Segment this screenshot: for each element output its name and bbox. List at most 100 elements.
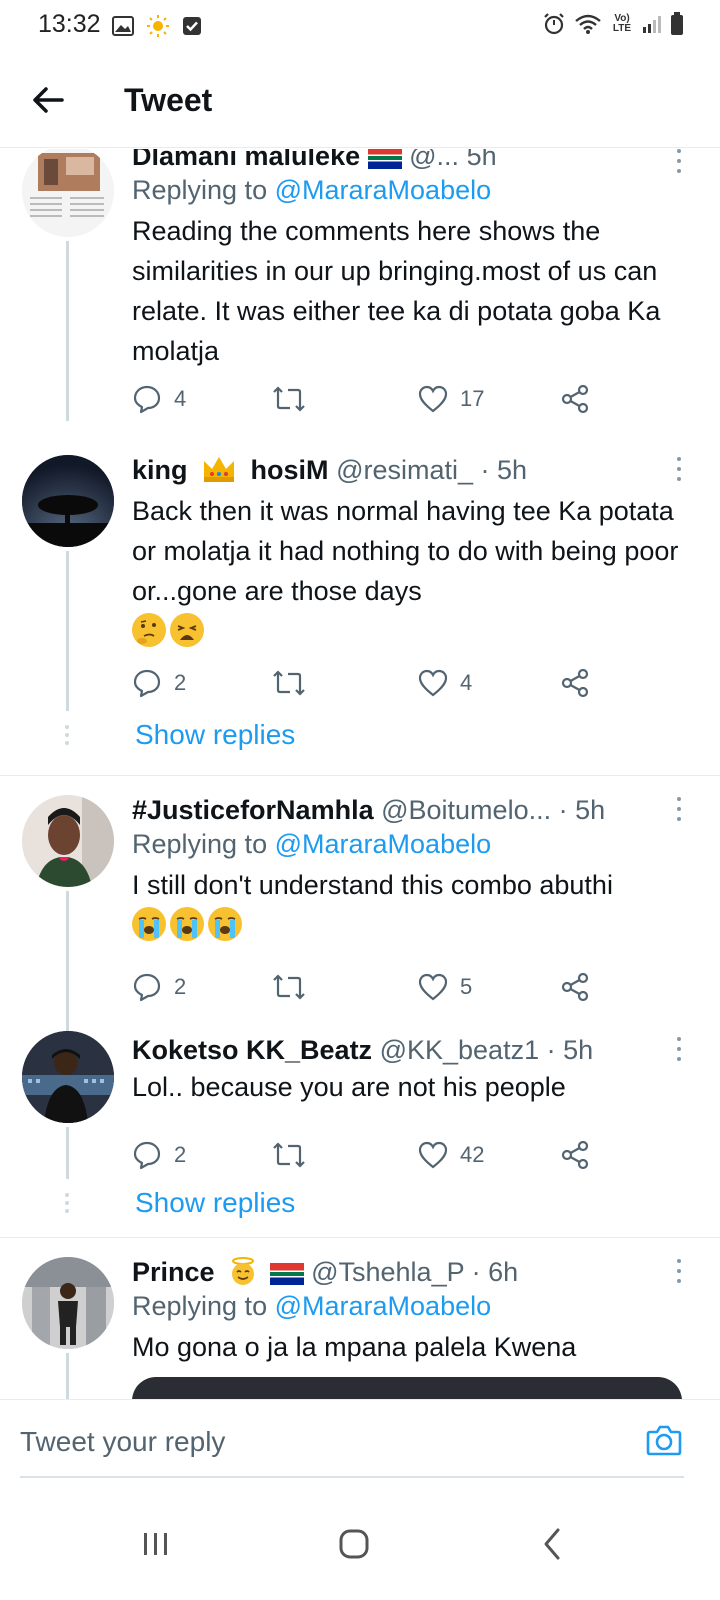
tree-silhouette-avatar-image — [22, 455, 114, 547]
display-name[interactable]: Prince — [132, 1257, 215, 1287]
handle[interactable]: @Boitumelo... — [381, 795, 551, 825]
handle[interactable]: @resimati_ — [336, 455, 473, 485]
avatar[interactable] — [22, 1257, 114, 1349]
tweet-text: Mo gona o ja la mpana palela Kwena — [132, 1332, 577, 1362]
share-button[interactable] — [560, 663, 590, 703]
handle[interactable]: @Tshehla_P — [311, 1257, 464, 1287]
network-type-label: Vo) LTE — [612, 13, 632, 34]
profile-photo-avatar-image — [22, 795, 114, 887]
more-options-icon[interactable] — [672, 1259, 686, 1287]
tweet-reply[interactable]: Dlamani maluleke @... 5h Replying to @Ma… — [0, 149, 720, 421]
share-icon — [561, 384, 589, 414]
reply-icon — [133, 669, 161, 698]
display-name[interactable]: #JusticeforNamhla — [132, 795, 374, 825]
avatar[interactable] — [22, 149, 114, 237]
reply-button[interactable]: 2 — [132, 663, 186, 703]
like-button[interactable]: 42 — [418, 1135, 484, 1175]
tweet-reply[interactable]: Prince @Tshehla_P · 6h Replying to @Mara… — [0, 1241, 720, 1399]
tweet-reply[interactable]: king hosiM @resimati_ · 5h Back then it … — [0, 439, 720, 779]
avatar[interactable] — [22, 795, 114, 887]
loudly-crying-face-emoji-icon — [208, 907, 242, 941]
gallery-icon — [112, 16, 134, 36]
reply-button[interactable]: 2 — [132, 967, 186, 1007]
mention-link[interactable]: @MararaMoabelo — [275, 1291, 492, 1321]
back-nav-icon[interactable] — [528, 1520, 576, 1568]
divider — [0, 1237, 720, 1238]
reply-input[interactable]: Tweet your reply — [20, 1426, 225, 1458]
reply-count: 4 — [174, 386, 187, 411]
tweet-actions: 2 5 — [132, 967, 602, 1007]
page-title: Tweet — [124, 82, 213, 118]
loudly-crying-face-emoji-icon — [170, 907, 204, 941]
heart-icon — [418, 1141, 448, 1169]
handle[interactable]: @KK_beatz1 — [380, 1035, 540, 1065]
camera-icon[interactable] — [644, 1420, 684, 1460]
more-options-icon[interactable] — [672, 797, 686, 825]
like-count: 17 — [460, 386, 485, 411]
recent-apps-icon[interactable] — [132, 1520, 180, 1568]
retweet-icon — [273, 386, 305, 412]
like-button[interactable]: 17 — [418, 379, 484, 419]
display-name[interactable]: Koketso KK_Beatz — [132, 1035, 372, 1065]
reply-icon — [133, 385, 161, 414]
composer-underline — [20, 1476, 684, 1478]
tweet-reply[interactable]: #JusticeforNamhla @Boitumelo... · 5h Rep… — [0, 779, 720, 1031]
share-button[interactable] — [560, 1135, 590, 1175]
status-time: 13:32 — [38, 10, 101, 38]
display-name-suffix[interactable]: hosiM — [251, 455, 329, 485]
timestamp: 5h — [466, 149, 497, 171]
avatar[interactable] — [22, 1031, 114, 1123]
like-button[interactable]: 5 — [418, 967, 472, 1007]
share-icon — [561, 972, 589, 1002]
share-icon — [561, 1140, 589, 1170]
mention-link[interactable]: @MararaMoabelo — [275, 175, 492, 205]
retweet-icon — [273, 974, 305, 1000]
heart-icon — [418, 669, 448, 697]
display-name[interactable]: Dlamani maluleke — [132, 149, 360, 171]
like-button[interactable]: 4 — [418, 663, 472, 703]
signal-icon — [643, 16, 661, 33]
back-arrow-icon[interactable] — [28, 80, 68, 120]
more-options-icon[interactable] — [672, 457, 686, 485]
newspaper-avatar-image — [22, 149, 114, 237]
tweet-text: Lol.. because you are not his people — [132, 1072, 566, 1102]
tweet-actions: 2 4 — [132, 663, 602, 703]
reply-button[interactable]: 2 — [132, 1135, 186, 1175]
reply-count: 2 — [174, 974, 187, 999]
replies-feed[interactable]: Dlamani maluleke @... 5h Replying to @Ma… — [0, 149, 720, 1399]
tweet-actions: 4 17 — [132, 379, 602, 419]
retweet-button[interactable] — [272, 379, 306, 419]
heart-icon — [418, 385, 448, 413]
retweet-button[interactable] — [272, 1135, 306, 1175]
display-name[interactable]: king — [132, 455, 188, 485]
timestamp: · 5h — [546, 1035, 594, 1065]
mention-link[interactable]: @MararaMoabelo — [275, 829, 492, 859]
alarm-icon — [544, 13, 564, 35]
retweet-button[interactable] — [272, 663, 306, 703]
more-options-icon[interactable] — [672, 1037, 686, 1065]
replying-to: Replying to @MararaMoabelo — [132, 829, 492, 859]
timestamp: · 5h — [558, 795, 606, 825]
system-navigation-bar — [0, 1490, 720, 1600]
tweet-reply[interactable]: Koketso KK_Beatz @KK_beatz1 · 5h Lol.. b… — [0, 1019, 720, 1239]
studio-avatar-image — [22, 1031, 114, 1123]
media-preview[interactable] — [132, 1377, 682, 1399]
angel-face-emoji-icon — [232, 1257, 255, 1285]
reply-button[interactable]: 4 — [132, 379, 186, 419]
thinking-face-emoji-icon — [132, 613, 166, 647]
tweet-text: Back then it was normal having tee Ka po… — [132, 496, 679, 606]
avatar[interactable] — [22, 455, 114, 547]
share-button[interactable] — [560, 967, 590, 1007]
more-options-icon[interactable] — [672, 149, 686, 177]
reply-composer: Tweet your reply — [0, 1399, 720, 1489]
weather-sun-icon — [147, 15, 169, 37]
za-flag-icon — [269, 1262, 304, 1285]
retweet-button[interactable] — [272, 967, 306, 1007]
home-icon[interactable] — [330, 1520, 378, 1568]
show-replies-link[interactable]: Show replies — [135, 1187, 295, 1219]
share-button[interactable] — [560, 379, 590, 419]
show-replies-link[interactable]: Show replies — [135, 719, 295, 751]
handle[interactable]: @... — [409, 149, 459, 171]
reply-count: 2 — [174, 670, 187, 695]
battery-icon — [671, 12, 683, 35]
